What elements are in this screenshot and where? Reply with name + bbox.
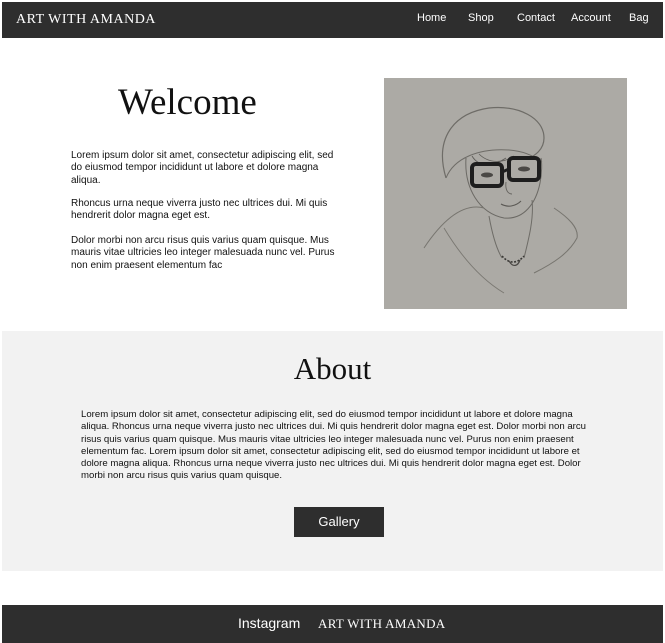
about-heading: About <box>293 351 372 386</box>
welcome-section: Welcome Lorem ipsum dolor sit amet, cons… <box>2 38 663 331</box>
portrait-drawing-image <box>384 78 627 309</box>
welcome-heading: Welcome <box>118 82 257 123</box>
site-logo[interactable]: ART WITH AMANDA <box>16 12 156 28</box>
nav-link-bag[interactable]: Bag <box>629 12 649 24</box>
intro-paragraph-3: Dolor morbi non arcu risus quis varius q… <box>71 235 335 271</box>
about-paragraph: Lorem ipsum dolor sit amet, consectetur … <box>81 409 587 482</box>
portrait-sketch <box>384 78 627 309</box>
intro-paragraph-2: Rhoncus urna neque viverra justo nec ult… <box>71 198 328 222</box>
footer-brand: ART WITH AMANDA <box>318 616 446 631</box>
instagram-link[interactable]: Instagram <box>238 615 300 631</box>
nav-link-shop[interactable]: Shop <box>468 12 494 24</box>
gallery-button[interactable]: Gallery <box>294 507 384 537</box>
nav-link-contact[interactable]: Contact <box>517 12 555 24</box>
intro-paragraph-1: Lorem ipsum dolor sit amet, consectetur … <box>71 150 334 186</box>
nav-link-account[interactable]: Account <box>571 12 611 24</box>
about-section: About Lorem ipsum dolor sit amet, consec… <box>2 331 663 571</box>
nav-link-home[interactable]: Home <box>417 12 446 24</box>
footer-bar: Instagram ART WITH AMANDA <box>2 605 663 643</box>
top-navigation-bar: ART WITH AMANDA Home Shop Contact Accoun… <box>2 2 663 38</box>
